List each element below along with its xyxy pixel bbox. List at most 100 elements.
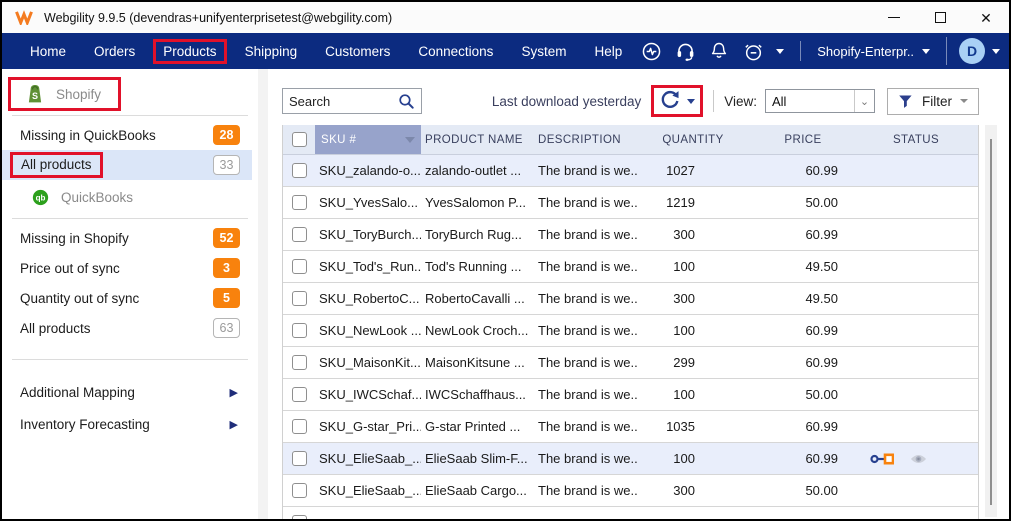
arrow-right-icon: ▶ — [230, 418, 238, 431]
nav-divider — [800, 41, 801, 61]
product-name-cell: IWCSchaffhaus... — [421, 387, 534, 402]
table-row[interactable]: SKU_ElieSaab_...ElieSaab Slim-F...The br… — [283, 443, 978, 475]
product-name-cell: G-star Printed ... — [421, 419, 534, 434]
sidebar-item-price-out-of-sync[interactable]: Price out of sync3 — [2, 253, 252, 283]
sidebar-item-missing-in-shopify[interactable]: Missing in Shopify52 — [2, 223, 252, 253]
table-row[interactable]: SKU_MaisonKit...MaisonKitsune ...The bra… — [283, 347, 978, 379]
snooze-dropdown-caret-icon[interactable] — [772, 39, 788, 63]
checkbox[interactable] — [292, 483, 307, 498]
count-badge: 33 — [213, 155, 240, 175]
nav-item-shipping[interactable]: Shipping — [231, 39, 312, 64]
checkbox[interactable] — [292, 419, 307, 434]
sidebar-item-quantity-out-of-sync[interactable]: Quantity out of sync5 — [2, 283, 252, 313]
table-row[interactable]: SKU_ToryBurch...ToryBurch Rug...The bran… — [283, 219, 978, 251]
search-input[interactable] — [289, 94, 398, 109]
table-row[interactable]: SKU_Tod's_Run...Tod's Running ...The bra… — [283, 251, 978, 283]
nav-item-connections[interactable]: Connections — [404, 39, 507, 64]
column-header-product-name[interactable]: PRODUCT NAME — [421, 134, 534, 146]
sidebar-item-all-products[interactable]: All products33 — [2, 150, 252, 180]
title-bar: Webgility 9.9.5 (devendras+unifyenterpri… — [2, 2, 1009, 33]
table-row[interactable]: SKU_zalando-o...zalando-outlet ...The br… — [283, 155, 978, 187]
sidebar-item-label: Missing in QuickBooks — [20, 128, 156, 143]
refresh-icon[interactable] — [659, 90, 681, 112]
filter-button[interactable]: Filter — [887, 88, 979, 115]
nav-item-home[interactable]: Home — [16, 39, 80, 64]
table-row[interactable]: SKU_ElieSaab_...ElieSaab Cargo...The bra… — [283, 475, 978, 507]
checkbox[interactable] — [292, 515, 307, 519]
column-header-price[interactable]: PRICE — [748, 134, 858, 146]
app-body: SShopifyMissing in QuickBooks28All produ… — [2, 69, 1009, 519]
sidebar-item-missing-in-quickbooks[interactable]: Missing in QuickBooks28 — [2, 120, 252, 150]
table-scrollbar-thumb[interactable] — [990, 139, 992, 505]
store-selector-dropdown[interactable]: Shopify-Enterpr.. — [813, 44, 934, 59]
checkbox[interactable] — [292, 259, 307, 274]
checkbox[interactable] — [292, 195, 307, 210]
nav-item-products[interactable]: Products — [153, 39, 226, 64]
sidebar-link-inventory-forecasting[interactable]: Inventory Forecasting▶ — [2, 408, 252, 440]
table-header-row: SKU #PRODUCT NAMEDESCRIPTIONQUANTITYPRIC… — [283, 125, 978, 155]
table-scrollbar[interactable] — [985, 125, 997, 517]
description-cell: The brand is we... — [534, 195, 638, 210]
column-header-description[interactable]: DESCRIPTION — [534, 134, 638, 146]
minimize-button[interactable] — [871, 2, 917, 33]
checkbox[interactable] — [292, 291, 307, 306]
description-cell: The brand is we... — [534, 163, 638, 178]
sidebar-item-label: Missing in Shopify — [20, 231, 129, 246]
search-icon[interactable] — [398, 93, 415, 110]
notifications-icon[interactable] — [704, 39, 734, 63]
column-header-sku[interactable]: SKU # — [315, 125, 421, 154]
row-checkbox-cell — [283, 419, 315, 434]
description-cell: The brand is we... — [534, 227, 638, 242]
sidebar-item-all-products[interactable]: All products63 — [2, 313, 252, 343]
checkbox[interactable] — [292, 132, 307, 147]
activity-icon[interactable] — [636, 39, 666, 63]
table-row[interactable]: SKU_YvesSalo...YvesSalomon P...The brand… — [283, 187, 978, 219]
column-header-status[interactable]: STATUS — [858, 134, 978, 146]
checkbox[interactable] — [292, 387, 307, 402]
nav-item-system[interactable]: System — [507, 39, 580, 64]
sidebar-link-additional-mapping[interactable]: Additional Mapping▶ — [2, 376, 252, 408]
user-menu[interactable]: D — [959, 38, 1002, 64]
sidebar-spacer — [2, 343, 252, 355]
sidebar-store-shopify[interactable]: SShopify — [8, 77, 121, 111]
refresh-dropdown-caret-icon[interactable] — [687, 99, 695, 104]
maximize-button[interactable] — [917, 2, 963, 33]
checkbox[interactable] — [292, 355, 307, 370]
nav-item-help[interactable]: Help — [580, 39, 636, 64]
row-checkbox-cell — [283, 259, 315, 274]
nav-item-customers[interactable]: Customers — [311, 39, 404, 64]
sidebar-scrollbar[interactable] — [258, 69, 268, 519]
table-row[interactable]: SKU_G-star_Pri...G-star Printed ...The b… — [283, 411, 978, 443]
avatar: D — [959, 38, 985, 64]
table-row[interactable]: SKU_NewLook ...NewLook Croch...The brand… — [283, 315, 978, 347]
view-dropdown[interactable]: All ⌄ — [765, 89, 875, 113]
checkbox[interactable] — [292, 323, 307, 338]
store-selector-label: Shopify-Enterpr.. — [817, 44, 914, 59]
sidebar-store-quickbooks[interactable]: qbQuickBooks — [2, 180, 252, 214]
sidebar-item-label: Price out of sync — [20, 261, 120, 276]
arrow-right-icon: ▶ — [230, 386, 238, 399]
table-row[interactable]: SKU_RobertoC...RobertoCavalli ...The bra… — [283, 283, 978, 315]
quantity-cell: 299 — [638, 355, 748, 370]
product-name-cell: RobertoCavalli ... — [421, 291, 534, 306]
quantity-cell: 300 — [638, 291, 748, 306]
product-name-cell: ElieSaab Cargo... — [421, 483, 534, 498]
close-button[interactable]: ✕ — [963, 2, 1009, 33]
table-row[interactable]: SKU_IWCSchaf...IWCSchaffhaus...The brand… — [283, 379, 978, 411]
checkbox[interactable] — [292, 227, 307, 242]
table-row-partial[interactable] — [283, 507, 978, 519]
sort-arrow-icon[interactable] — [405, 137, 415, 143]
checkbox[interactable] — [292, 451, 307, 466]
checkbox[interactable] — [292, 163, 307, 178]
snooze-clock-icon[interactable] — [738, 39, 768, 63]
column-header-quantity[interactable]: QUANTITY — [638, 134, 748, 146]
sku-cell: SKU_YvesSalo... — [315, 195, 421, 210]
nav-item-orders[interactable]: Orders — [80, 39, 149, 64]
mapping-link-icon[interactable] — [870, 453, 894, 465]
eye-icon[interactable] — [910, 453, 927, 465]
row-checkbox-cell — [283, 163, 315, 178]
quantity-cell: 1027 — [638, 163, 748, 178]
nav-right: Shopify-Enterpr.. D — [636, 37, 1002, 65]
headset-icon[interactable] — [670, 39, 700, 63]
product-name-cell: ElieSaab Slim-F... — [421, 451, 534, 466]
